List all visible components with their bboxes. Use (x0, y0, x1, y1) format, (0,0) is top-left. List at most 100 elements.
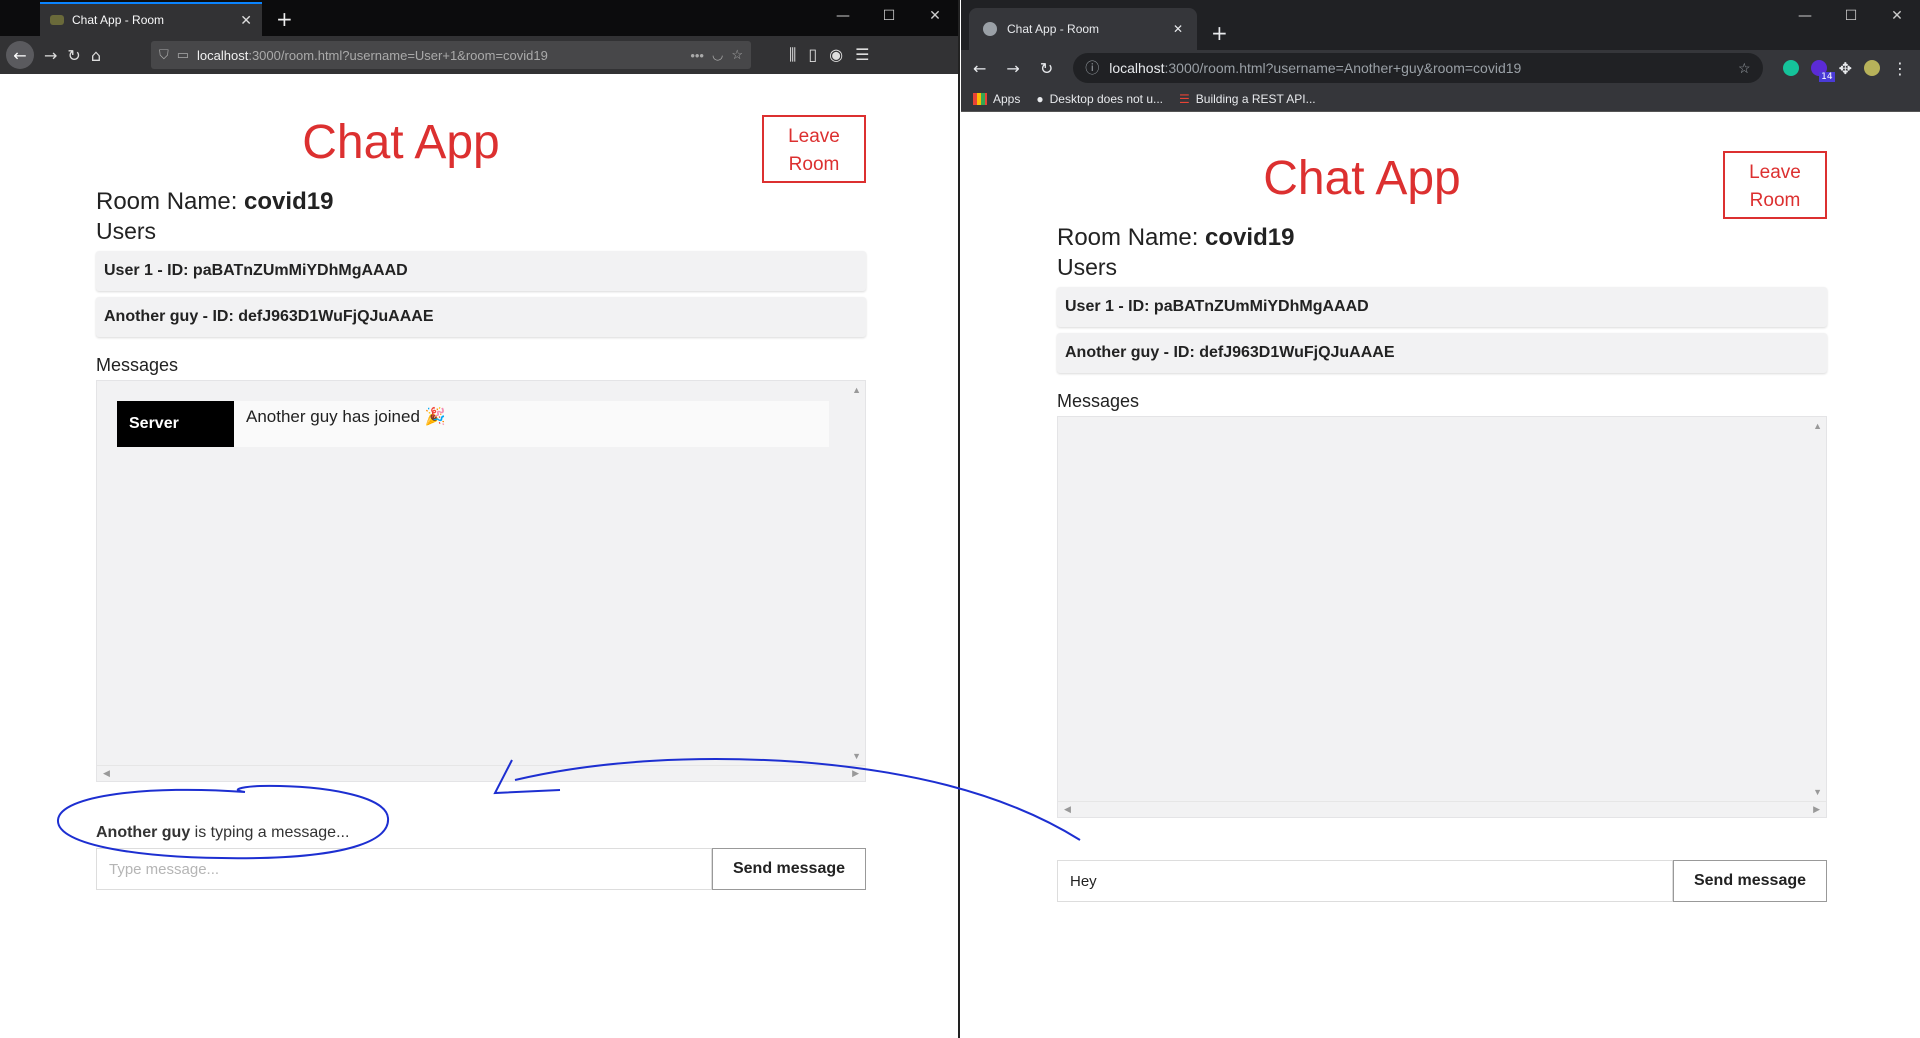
back-icon[interactable]: ← (973, 59, 986, 78)
right-tab-active[interactable]: Chat App - Room ✕ (969, 8, 1197, 50)
back-icon[interactable]: ← (6, 41, 34, 69)
message-item: Server Another guy has joined 🎉 (117, 401, 829, 447)
messages-container[interactable]: Server Another guy has joined 🎉 ▲ ▼ ◀ ▶ (96, 380, 866, 782)
bookmark-item[interactable]: ● Desktop does not u... (1036, 92, 1163, 106)
tab-favicon-icon (50, 15, 64, 25)
messages-label: Messages (1057, 391, 1140, 411)
app-header: Chat App Leave Room (96, 110, 866, 183)
scroll-right-icon[interactable]: ▶ (852, 768, 859, 779)
shield-icon[interactable]: ⛉ (159, 47, 169, 63)
scroll-left-icon[interactable]: ◀ (1064, 804, 1071, 815)
right-chat-app: Chat App Leave Room Room Name: covid19 U… (1057, 146, 1827, 902)
left-nav-bar: ← → ↻ ⌂ ⛉ ▭ localhost:3000/room.html?use… (0, 36, 958, 74)
send-row: Send message (1057, 860, 1827, 902)
extension-badge-icon[interactable]: 14 (1810, 60, 1835, 82)
page-title: Chat App (1263, 152, 1461, 205)
scroll-up-icon[interactable]: ▲ (852, 385, 861, 395)
users-label: Users (1057, 254, 1118, 280)
new-tab-icon[interactable]: + (276, 2, 293, 36)
message-text: Another guy has joined 🎉 (246, 407, 446, 426)
right-browser-window: Chat App - Room ✕ + — ☐ ✕ ← → ↻ ⓘ localh… (961, 0, 1920, 1038)
right-window-controls: — ☐ ✕ (1782, 0, 1920, 32)
user-card: Another guy - ID: defJ963D1WuFjQJuAAAE (1057, 333, 1827, 373)
profile-avatar[interactable] (1864, 60, 1880, 76)
left-browser-window: Chat App - Room ✕ + — ☐ ✕ ← → ↻ ⌂ ⛉ ▭ lo… (0, 0, 960, 1038)
scroll-left-icon[interactable]: ◀ (103, 768, 110, 779)
messages-label: Messages (96, 355, 179, 375)
scroll-down-icon[interactable]: ▼ (852, 751, 861, 761)
bookmark-item[interactable]: ☰ Building a REST API... (1179, 92, 1316, 106)
tab-favicon-icon (983, 22, 997, 36)
home-icon[interactable]: ⌂ (91, 46, 101, 65)
left-address-bar[interactable]: ⛉ ▭ localhost:3000/room.html?username=Us… (150, 41, 751, 69)
message-input[interactable] (1057, 860, 1673, 902)
right-nav-bar: ← → ↻ ⓘ localhost:3000/room.html?usernam… (961, 50, 1920, 86)
left-window-controls: — ☐ ✕ (820, 0, 958, 32)
maximize-icon[interactable]: ☐ (1828, 0, 1874, 32)
left-url-text: localhost:3000/room.html?username=User+1… (197, 47, 548, 63)
more-actions-icon[interactable]: ••• (690, 48, 704, 63)
user-card: User 1 - ID: paBATnZUmMiYDhMgAAAD (1057, 287, 1827, 327)
reload-icon[interactable]: ↻ (67, 46, 80, 65)
message-sender: Server (117, 401, 234, 447)
account-icon[interactable]: ◉ (829, 45, 843, 65)
users-label: Users (96, 218, 157, 244)
right-url-text: localhost:3000/room.html?username=Anothe… (1109, 60, 1522, 76)
grammarly-icon[interactable] (1782, 60, 1799, 76)
new-tab-icon[interactable]: + (1211, 16, 1228, 50)
library-icon[interactable]: ⫼ (789, 45, 796, 65)
minimize-icon[interactable]: — (820, 0, 866, 32)
left-chat-app: Chat App Leave Room Room Name: covid19 U… (96, 110, 866, 890)
maximize-icon[interactable]: ☐ (866, 0, 912, 32)
right-address-bar[interactable]: ⓘ localhost:3000/room.html?username=Anot… (1073, 53, 1763, 83)
close-tab-icon[interactable]: ✕ (1173, 22, 1183, 36)
close-window-icon[interactable]: ✕ (1874, 0, 1920, 32)
close-window-icon[interactable]: ✕ (912, 0, 958, 32)
extensions-area: 14 ✥ ⋮ (1782, 59, 1908, 82)
horizontal-scrollbar[interactable]: ◀ ▶ (1058, 801, 1826, 817)
info-icon[interactable]: ⓘ (1085, 58, 1099, 78)
bookmark-star-icon[interactable]: ☆ (731, 47, 743, 63)
bookmarks-bar: Apps ● Desktop does not u... ☰ Building a … (961, 86, 1920, 112)
puzzle-icon[interactable]: ✥ (1839, 59, 1852, 78)
send-row: Send message (96, 848, 866, 890)
typing-indicator: Another guy is typing a message... (96, 824, 350, 841)
scroll-down-icon[interactable]: ▼ (1813, 787, 1822, 797)
bookmark-apps[interactable]: Apps (973, 92, 1020, 106)
user-card: User 1 - ID: paBATnZUmMiYDhMgAAAD (96, 251, 866, 291)
user-card: Another guy - ID: defJ963D1WuFjQJuAAAE (96, 297, 866, 337)
close-tab-icon[interactable]: ✕ (240, 12, 252, 29)
right-tab-title: Chat App - Room (1007, 22, 1100, 36)
sidebar-icon[interactable]: ▯ (808, 45, 817, 65)
room-name: covid19 (244, 188, 334, 215)
left-toolbar-right: ⫼ ▯ ◉ ☰ (789, 45, 870, 65)
forward-icon[interactable]: → (44, 46, 57, 65)
menu-icon[interactable]: ⋮ (1892, 59, 1908, 78)
page-title: Chat App (302, 116, 500, 169)
github-icon: ● (1036, 91, 1044, 106)
right-tab-bar: Chat App - Room ✕ + — ☐ ✕ (961, 0, 1920, 50)
list-icon: ☰ (1179, 91, 1190, 106)
message-input[interactable] (96, 848, 712, 890)
room-name-line: Room Name: covid19 (96, 188, 334, 215)
screen: Chat App - Room ✕ + — ☐ ✕ ← → ↻ ⌂ ⛉ ▭ lo… (0, 0, 1920, 1038)
messages-container[interactable]: ▲ ▼ ◀ ▶ (1057, 416, 1827, 818)
menu-icon[interactable]: ☰ (855, 45, 869, 65)
apps-grid-icon (973, 92, 987, 105)
typing-indicator-empty (1057, 844, 1827, 858)
reload-icon[interactable]: ↻ (1040, 59, 1053, 78)
left-tab-active[interactable]: Chat App - Room ✕ (40, 2, 262, 36)
leave-room-button[interactable]: Leave Room (1723, 151, 1827, 219)
forward-icon[interactable]: → (1006, 59, 1019, 78)
page-info-icon[interactable]: ▭ (177, 47, 189, 63)
left-tab-bar: Chat App - Room ✕ + — ☐ ✕ (0, 0, 958, 36)
horizontal-scrollbar[interactable]: ◀ ▶ (97, 765, 865, 781)
pocket-icon[interactable]: ◡ (712, 47, 723, 63)
leave-room-button[interactable]: Leave Room (762, 115, 866, 183)
bookmark-star-icon[interactable]: ☆ (1738, 60, 1751, 77)
send-message-button[interactable]: Send message (1673, 860, 1827, 902)
minimize-icon[interactable]: — (1782, 0, 1828, 32)
scroll-up-icon[interactable]: ▲ (1813, 421, 1822, 431)
send-message-button[interactable]: Send message (712, 848, 866, 890)
scroll-right-icon[interactable]: ▶ (1813, 804, 1820, 815)
